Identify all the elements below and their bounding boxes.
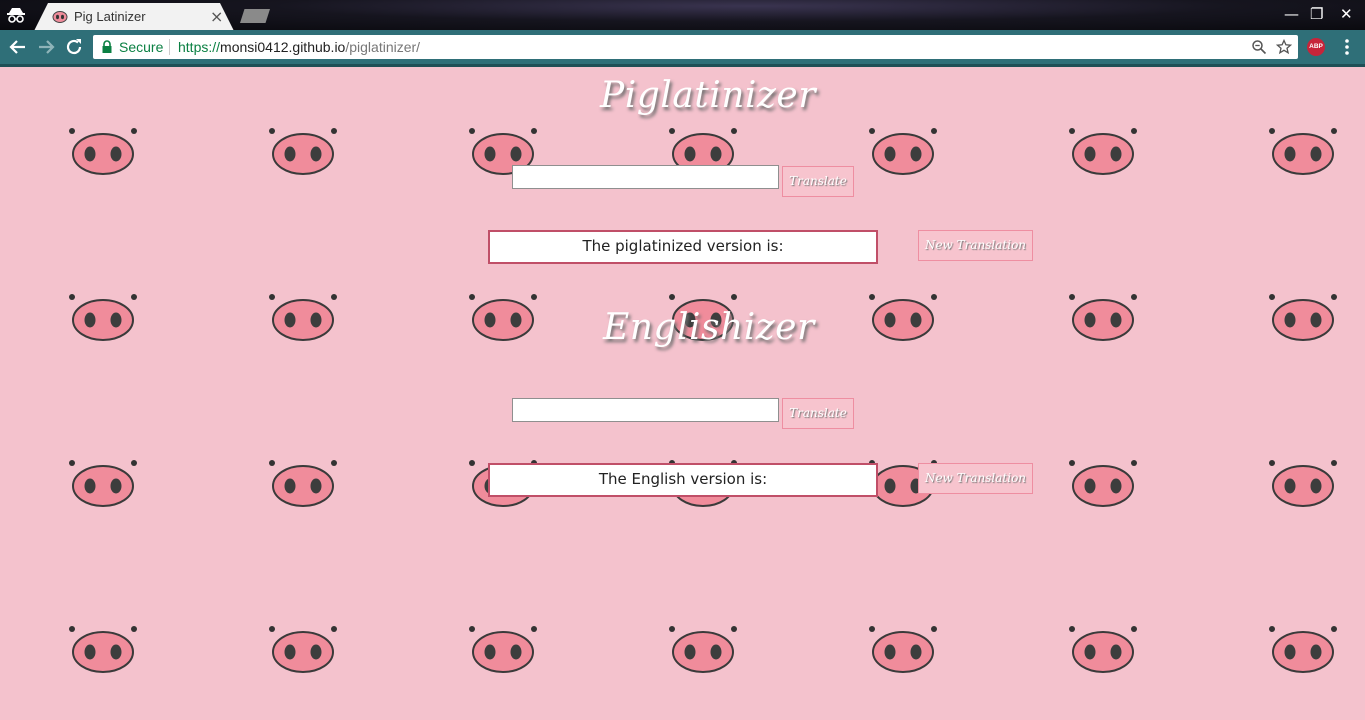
pig-snout-icon	[268, 624, 338, 676]
pig-snout-icon	[668, 624, 738, 676]
pig-snout-icon	[868, 624, 938, 676]
window-maximize-button[interactable]: ❐	[1310, 5, 1323, 23]
pig-snout-icon	[1068, 292, 1138, 344]
tab-close-icon[interactable]: ×	[210, 7, 223, 26]
back-arrow-icon[interactable]	[7, 36, 29, 58]
piglatinizer-new-translation-button[interactable]: New Translation	[918, 230, 1033, 261]
incognito-icon	[7, 8, 25, 23]
new-tab-button[interactable]	[240, 9, 270, 23]
page-content: Piglatinizer Translate The piglatinized …	[0, 67, 1365, 720]
pig-snout-icon	[1268, 458, 1338, 510]
pig-snout-icon	[68, 624, 138, 676]
address-separator	[169, 39, 170, 55]
secure-label: Secure	[119, 39, 164, 55]
pig-snout-icon	[268, 292, 338, 344]
pig-favicon-icon	[52, 11, 68, 23]
englishizer-new-translation-button[interactable]: New Translation	[918, 463, 1033, 494]
window-minimize-button[interactable]: —	[1284, 5, 1299, 23]
zoom-icon[interactable]	[1251, 39, 1267, 55]
piglatinizer-translate-button[interactable]: Translate	[782, 166, 854, 197]
pig-snout-icon	[868, 292, 938, 344]
star-icon[interactable]	[1276, 39, 1292, 55]
lock-icon	[102, 40, 112, 53]
pig-snout-icon	[1068, 624, 1138, 676]
pig-snout-icon	[1268, 126, 1338, 178]
forward-arrow-icon[interactable]	[35, 36, 57, 58]
pig-snout-icon	[68, 126, 138, 178]
englishizer-translate-button[interactable]: Translate	[782, 398, 854, 429]
pig-snout-icon	[68, 458, 138, 510]
pig-snout-icon	[1068, 126, 1138, 178]
piglatinizer-result: The piglatinized version is:	[488, 230, 878, 264]
pig-snout-icon	[468, 624, 538, 676]
piglatinizer-title: Piglatinizer	[600, 75, 816, 116]
pig-snout-icon	[1268, 292, 1338, 344]
pig-snout-icon	[68, 292, 138, 344]
piglatinizer-input[interactable]	[512, 165, 779, 189]
englishizer-input[interactable]	[512, 398, 779, 422]
address-bar[interactable]: Secure https://monsi0412.github.io/pigla…	[93, 35, 1298, 59]
adblock-icon[interactable]: ABP	[1307, 38, 1325, 56]
pig-snout-icon	[868, 126, 938, 178]
tab-title: Pig Latinizer	[74, 9, 146, 24]
reload-icon[interactable]	[63, 36, 85, 58]
pig-snout-icon	[1268, 624, 1338, 676]
url-host: monsi0412.github.io	[220, 39, 346, 55]
pig-snout-icon	[268, 458, 338, 510]
englishizer-result: The English version is:	[488, 463, 878, 497]
url-path: /piglatinizer/	[345, 39, 421, 55]
menu-icon[interactable]	[1344, 38, 1350, 56]
url-text[interactable]: https://monsi0412.github.io/piglatinizer…	[178, 39, 420, 55]
englishizer-title: Englishizer	[603, 307, 815, 348]
tab-pig-latinizer[interactable]: Pig Latinizer ×	[34, 3, 234, 31]
browser-titlebar: Pig Latinizer × — ❐ ✕	[0, 0, 1365, 31]
pig-snout-icon	[468, 292, 538, 344]
pig-snout-icon	[268, 126, 338, 178]
pig-snout-icon	[1068, 458, 1138, 510]
url-scheme: https://	[178, 39, 221, 55]
window-close-button[interactable]: ✕	[1340, 5, 1353, 23]
